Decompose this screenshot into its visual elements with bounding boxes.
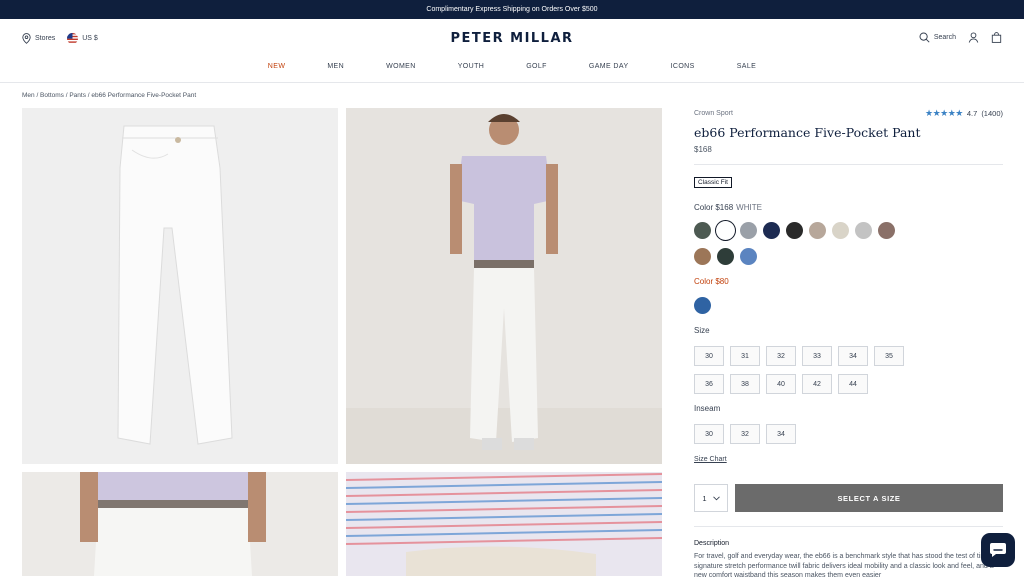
inseam-option[interactable]: 30 [694, 424, 724, 444]
sale-color-swatches [694, 297, 711, 314]
shopping-bag-icon[interactable] [991, 32, 1002, 43]
product-brand[interactable]: Crown Sport [694, 110, 733, 117]
brand-logo[interactable]: PETER MILLAR [0, 31, 1024, 46]
nav-item-youth[interactable]: YOUTH [437, 63, 506, 70]
inseam-options: 30 32 34 [694, 424, 796, 444]
size-option[interactable]: 44 [838, 374, 868, 394]
search-icon [919, 32, 930, 43]
inseam-option[interactable]: 34 [766, 424, 796, 444]
nav-item-golf[interactable]: GOLF [505, 63, 568, 70]
color-swatch[interactable] [717, 248, 734, 265]
color-price-label: Color $168 [694, 203, 734, 212]
search-label: Search [933, 34, 956, 41]
color-swatch[interactable] [878, 222, 895, 239]
selected-color-name: WHITE [736, 203, 762, 212]
size-option[interactable]: 40 [766, 374, 796, 394]
nav-item-men[interactable]: MEN [306, 63, 365, 70]
account-icon[interactable] [968, 32, 979, 43]
nav-item-new[interactable]: NEW [247, 63, 307, 70]
rating-stars-icon: ★★★★★ [925, 108, 963, 118]
color-swatch[interactable] [694, 248, 711, 265]
color-swatches-row-1 [694, 222, 895, 239]
color-swatches-row-2 [694, 248, 757, 265]
main-nav: NEW MEN WOMEN YOUTH GOLF GAME DAY ICONS … [0, 63, 1024, 70]
color-swatch[interactable] [763, 222, 780, 239]
color-swatch[interactable] [717, 222, 734, 239]
search-button[interactable]: Search [919, 32, 956, 43]
inseam-option[interactable]: 32 [730, 424, 760, 444]
size-option[interactable]: 30 [694, 346, 724, 366]
product-image-flat[interactable] [22, 108, 338, 464]
chat-bubble-icon [990, 543, 1006, 557]
product-image-model-front[interactable] [346, 108, 662, 464]
product-image-model-back[interactable] [22, 472, 338, 576]
size-option[interactable]: 33 [802, 346, 832, 366]
product-rating[interactable]: ★★★★★ 4.7 (1400) [925, 108, 1003, 119]
description-heading: Description [694, 540, 730, 547]
color-swatch[interactable] [786, 222, 803, 239]
color-label: Color $168 WHITE [694, 203, 762, 212]
product-price: $168 [694, 145, 712, 154]
promo-text: Complimentary Express Shipping on Orders… [426, 6, 598, 13]
chevron-down-icon [712, 495, 720, 500]
divider [694, 164, 1003, 165]
color-swatch[interactable] [855, 222, 872, 239]
inseam-label: Inseam [694, 404, 721, 413]
color-swatch[interactable] [694, 297, 711, 314]
color-swatch[interactable] [832, 222, 849, 239]
promo-banner: Complimentary Express Shipping on Orders… [0, 0, 1024, 19]
product-title: eb66 Performance Five-Pocket Pant [694, 125, 921, 140]
breadcrumb[interactable]: Men / Bottoms / Pants / eb66 Performance… [22, 92, 196, 99]
size-option[interactable]: 38 [730, 374, 760, 394]
size-option[interactable]: 31 [730, 346, 760, 366]
size-label: Size [694, 326, 710, 335]
review-count: (1400) [981, 109, 1003, 118]
color-swatch[interactable] [740, 222, 757, 239]
nav-item-icons[interactable]: ICONS [650, 63, 716, 70]
size-options-row-1: 30 31 32 33 34 35 [694, 346, 904, 366]
product-image-detail[interactable] [346, 472, 662, 576]
nav-item-game-day[interactable]: GAME DAY [568, 63, 650, 70]
color-swatch[interactable] [694, 222, 711, 239]
chat-button[interactable] [981, 533, 1015, 567]
size-option[interactable]: 32 [766, 346, 796, 366]
nav-item-sale[interactable]: SALE [716, 63, 778, 70]
quantity-select[interactable]: 1 [694, 484, 728, 512]
divider [694, 526, 1003, 527]
color-swatch[interactable] [809, 222, 826, 239]
fit-badge[interactable]: Classic Fit [694, 177, 732, 188]
color-swatch[interactable] [740, 248, 757, 265]
select-size-button[interactable]: SELECT A SIZE [735, 484, 1003, 512]
size-option[interactable]: 34 [838, 346, 868, 366]
size-option[interactable]: 35 [874, 346, 904, 366]
size-options-row-2: 36 38 40 42 44 [694, 374, 868, 394]
sale-color-label: Color $80 [694, 277, 729, 286]
size-option[interactable]: 42 [802, 374, 832, 394]
description-text: For travel, golf and everyday wear, the … [694, 553, 998, 579]
quantity-value: 1 [702, 493, 707, 503]
size-option[interactable]: 36 [694, 374, 724, 394]
size-chart-link[interactable]: Size Chart [694, 456, 727, 463]
nav-item-women[interactable]: WOMEN [365, 63, 437, 70]
rating-value: 4.7 [966, 109, 978, 118]
site-header: Stores US $ PETER MILLAR Search NEW MEN … [0, 19, 1024, 83]
